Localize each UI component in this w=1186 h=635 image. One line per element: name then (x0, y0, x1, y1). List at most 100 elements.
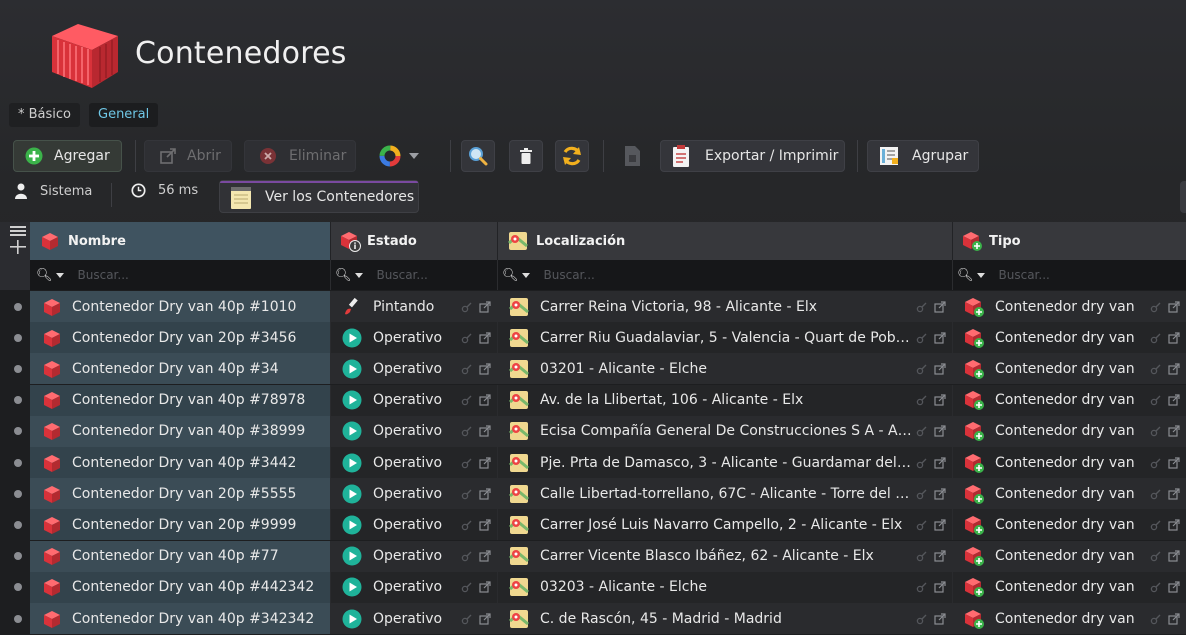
external-link-icon[interactable] (479, 550, 491, 562)
cell-localizacion[interactable]: Ecisa Compañía General De Construcciones… (498, 415, 953, 447)
link-icon[interactable] (916, 613, 928, 625)
side-panel-handle[interactable] (1180, 181, 1186, 213)
link-icon[interactable] (1150, 519, 1162, 531)
external-link-icon[interactable] (934, 394, 946, 406)
cell-nombre[interactable]: Contenedor Dry van 40p #77 (30, 540, 331, 572)
cell-estado[interactable]: Operativo (331, 384, 498, 416)
cell-localizacion[interactable]: Av. de la Llibertat, 106 - Alicante - El… (498, 384, 953, 416)
link-icon[interactable] (461, 332, 473, 344)
row-indicator[interactable] (14, 364, 22, 373)
external-link-icon[interactable] (934, 456, 946, 469)
table-row[interactable]: Contenedor Dry van 40p #442342 Operativo 0… (0, 571, 1186, 603)
row-indicator[interactable] (14, 396, 22, 405)
cell-nombre[interactable]: Contenedor Dry van 20p #5555 (30, 478, 331, 510)
link-icon[interactable] (461, 457, 473, 469)
external-link-icon[interactable] (934, 488, 946, 500)
column-header-localizacion[interactable]: Localización (498, 222, 953, 260)
open-button[interactable]: Abrir (144, 140, 232, 172)
link-icon[interactable] (916, 332, 928, 344)
link-icon[interactable] (916, 363, 928, 375)
cell-estado[interactable]: Operativo (331, 540, 498, 572)
cell-estado[interactable]: Operativo (331, 478, 498, 510)
color-picker-button[interactable] (369, 140, 439, 172)
external-link-icon[interactable] (479, 612, 491, 625)
external-link-icon[interactable] (1168, 456, 1180, 469)
cell-nombre[interactable]: Contenedor Dry van 20p #9999 (30, 509, 331, 541)
row-indicator[interactable] (14, 489, 22, 498)
external-link-icon[interactable] (479, 394, 491, 406)
table-row[interactable]: Contenedor Dry van 40p #3442 Operativo Pje… (0, 447, 1186, 478)
link-icon[interactable] (1150, 425, 1162, 437)
cell-estado[interactable]: Operativo (331, 415, 498, 447)
external-link-icon[interactable] (479, 519, 491, 531)
column-header-nombre[interactable]: Nombre (30, 222, 331, 260)
add-button[interactable]: Agregar (13, 140, 122, 172)
cell-tipo[interactable]: Contenedor dry van (953, 509, 1186, 541)
external-link-icon[interactable] (479, 332, 491, 344)
cell-nombre[interactable]: Contenedor Dry van 40p #78978 (30, 384, 331, 416)
link-icon[interactable] (461, 301, 473, 313)
external-link-icon[interactable] (1168, 363, 1180, 375)
table-row[interactable]: Contenedor Dry van 40p #34 Operativo 03201… (0, 353, 1186, 385)
external-link-icon[interactable] (1168, 550, 1180, 562)
link-icon[interactable] (1150, 457, 1162, 469)
external-link-icon[interactable] (479, 300, 491, 313)
external-link-icon[interactable] (934, 519, 946, 531)
cell-nombre[interactable]: Contenedor Dry van 40p #442342 (30, 571, 331, 603)
link-icon[interactable] (916, 457, 928, 469)
delete-button[interactable]: Eliminar (244, 140, 356, 172)
cell-estado[interactable]: Operativo (331, 447, 498, 478)
external-link-icon[interactable] (1168, 394, 1180, 406)
cell-localizacion[interactable]: 03203 - Alicante - Elche (498, 571, 953, 603)
cell-tipo[interactable]: Contenedor dry van (953, 291, 1186, 322)
external-link-icon[interactable] (1168, 300, 1180, 313)
link-icon[interactable] (461, 363, 473, 375)
filter-tipo[interactable]: 🔍︎ Buscar... (953, 260, 1186, 290)
cell-estado[interactable]: Pintando (331, 291, 498, 322)
table-row[interactable]: Contenedor Dry van 40p #78978 Operativo Av… (0, 384, 1186, 416)
link-icon[interactable] (461, 581, 473, 593)
cell-tipo[interactable]: Contenedor dry van (953, 322, 1186, 354)
cell-estado[interactable]: Operativo (331, 322, 498, 354)
cell-estado[interactable]: Operativo (331, 603, 498, 634)
group-button[interactable]: Agrupar (867, 140, 979, 172)
external-link-icon[interactable] (934, 612, 946, 625)
row-indicator[interactable] (14, 552, 22, 561)
table-row[interactable]: Contenedor Dry van 40p #1010 Pintando Carr… (0, 291, 1186, 322)
cell-localizacion[interactable]: C. de Rascón, 45 - Madrid - Madrid (498, 603, 953, 634)
link-icon[interactable] (1150, 332, 1162, 344)
cell-localizacion[interactable]: 03201 - Alicante - Elche (498, 353, 953, 385)
table-row[interactable]: Contenedor Dry van 20p #5555 Operativo Cal… (0, 478, 1186, 510)
link-icon[interactable] (1150, 550, 1162, 562)
column-header-estado[interactable]: Estado (331, 222, 498, 260)
cell-tipo[interactable]: Contenedor dry van (953, 415, 1186, 447)
external-link-icon[interactable] (1168, 581, 1180, 593)
cell-tipo[interactable]: Contenedor dry van (953, 540, 1186, 572)
table-row[interactable]: Contenedor Dry van 40p #38999 Operativo Ec… (0, 415, 1186, 447)
cell-tipo[interactable]: Contenedor dry van (953, 353, 1186, 385)
filter-nombre[interactable]: 🔍︎ Buscar... (30, 260, 331, 290)
external-link-icon[interactable] (479, 488, 491, 500)
table-row[interactable]: Contenedor Dry van 40p #77 Operativo Carre… (0, 540, 1186, 572)
cell-nombre[interactable]: Contenedor Dry van 40p #3442 (30, 447, 331, 478)
cell-localizacion[interactable]: Calle Libertad-torrellano, 67C - Alicant… (498, 478, 953, 510)
external-link-icon[interactable] (479, 456, 491, 469)
external-link-icon[interactable] (1168, 332, 1180, 344)
cell-estado[interactable]: Operativo (331, 509, 498, 541)
link-icon[interactable] (461, 394, 473, 406)
cell-nombre[interactable]: Contenedor Dry van 40p #1010 (30, 291, 331, 322)
cell-localizacion[interactable]: Carrer Riu Guadalaviar, 5 - Valencia - Q… (498, 322, 953, 354)
external-link-icon[interactable] (934, 425, 946, 437)
cell-nombre[interactable]: Contenedor Dry van 40p #34 (30, 353, 331, 385)
view-tab-general[interactable]: General (89, 103, 159, 127)
link-icon[interactable] (1150, 581, 1162, 593)
row-indicator[interactable] (14, 614, 22, 623)
view-containers-button[interactable]: Ver los Contenedores (219, 180, 419, 213)
link-icon[interactable] (916, 581, 928, 593)
link-icon[interactable] (916, 301, 928, 313)
cell-localizacion[interactable]: Carrer Vicente Blasco Ibáñez, 62 - Alica… (498, 540, 953, 572)
cell-localizacion[interactable]: Carrer José Luis Navarro Campello, 2 - A… (498, 509, 953, 541)
cell-nombre[interactable]: Contenedor Dry van 40p #38999 (30, 415, 331, 447)
row-indicator[interactable] (14, 458, 22, 467)
cell-localizacion[interactable]: Pje. Prta de Damasco, 3 - Alicante - Gua… (498, 447, 953, 478)
